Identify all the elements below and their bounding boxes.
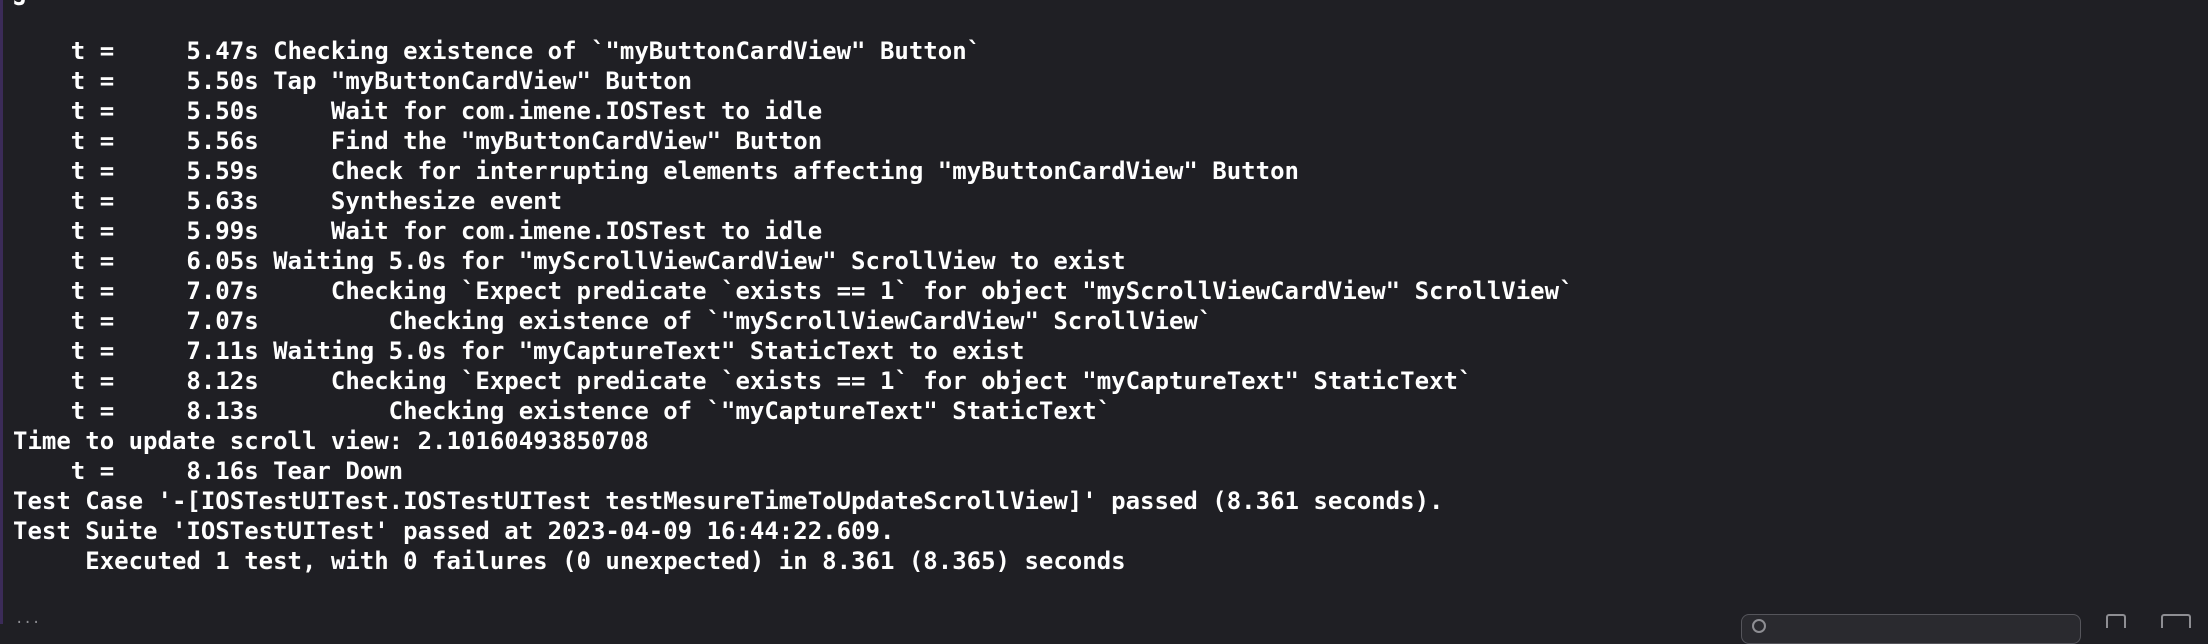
log-line: t = 7.07s Checking existence of `"myScro… [13,307,1213,335]
debug-console[interactable]: J t = 5.47s Checking existence of `"myBu… [0,0,2208,644]
top-fragment: J [13,0,27,12]
log-line: t = 7.11s Waiting 5.0s for "myCaptureTex… [13,337,1025,365]
filter-icon [1752,619,1766,633]
log-line: t = 5.50s Wait for com.imene.IOSTest to … [13,97,823,125]
log-line: t = 5.99s Wait for com.imene.IOSTest to … [13,217,823,245]
log-line: t = 5.47s Checking existence of `"myButt… [13,37,982,65]
log-line: t = 5.59s Check for interrupting element… [13,157,1299,185]
log-line: t = 8.13s Checking existence of `"myCapt… [13,397,1112,425]
log-line: Test Case '-[IOSTestUITest.IOSTestUITest… [13,487,1444,515]
log-line: Executed 1 test, with 0 failures (0 unex… [13,547,1126,575]
trash-icon[interactable] [2106,614,2126,628]
log-line: t = 5.50s Tap "myButtonCardView" Button [13,67,693,95]
split-view-icon[interactable] [2161,614,2191,628]
log-line: Test Suite 'IOSTestUITest' passed at 202… [13,517,895,545]
bottom-left-fragment: ... [15,611,41,627]
log-line: t = 8.12s Checking `Expect predicate `ex… [13,367,1473,395]
log-line: Time to update scroll view: 2.1016049385… [13,427,649,455]
log-line: t = 8.16s Tear Down [13,457,404,485]
console-output[interactable]: t = 5.47s Checking existence of `"myButt… [13,36,1574,576]
log-line: t = 7.07s Checking `Expect predicate `ex… [13,277,1574,305]
filter-field[interactable] [1741,614,2081,644]
log-line: t = 5.56s Find the "myButtonCardView" Bu… [13,127,823,155]
log-line: t = 6.05s Waiting 5.0s for "myScrollView… [13,247,1126,275]
log-line: t = 5.63s Synthesize event [13,187,563,215]
